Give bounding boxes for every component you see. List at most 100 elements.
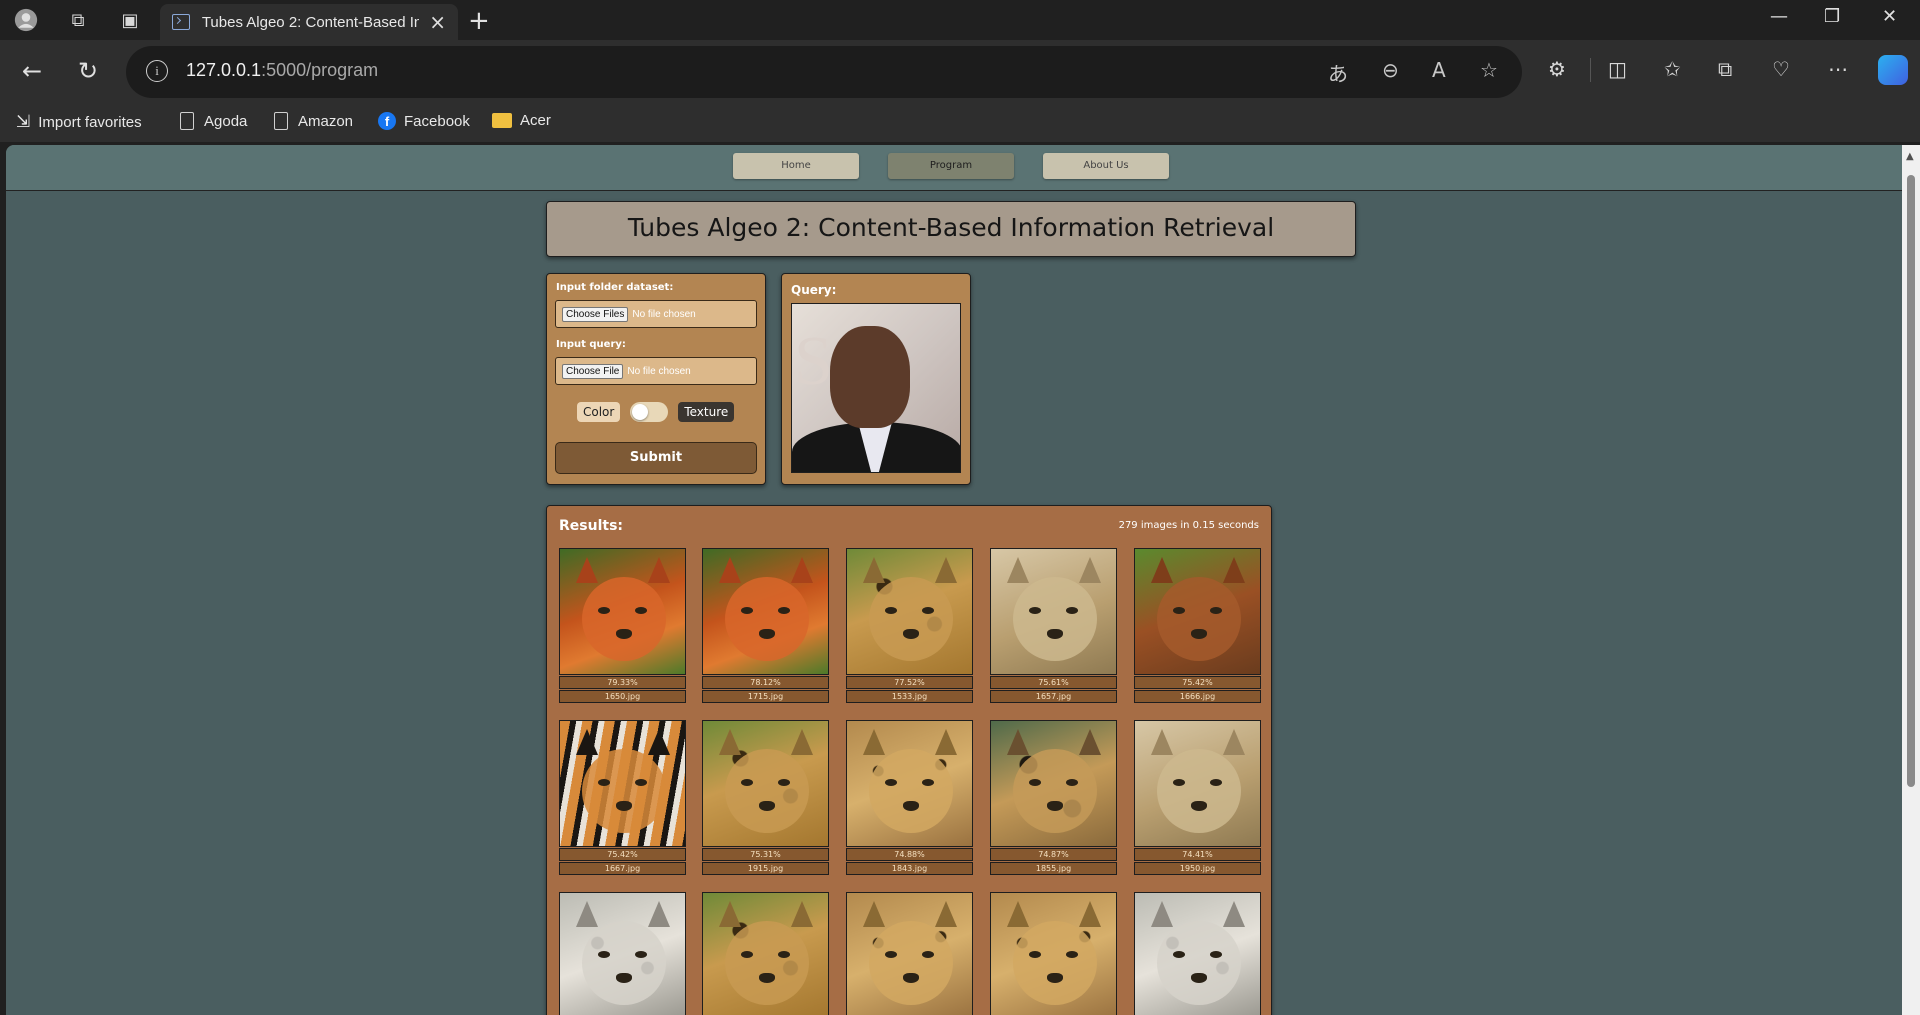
page-viewport: Home Program About Us Tubes Algeo 2: Con… [6,145,1920,1015]
result-item[interactable]: 75.42% 1666.jpg [1134,548,1261,704]
result-item[interactable]: 74.88% 1843.jpg [846,720,973,876]
facebook-icon: f [378,112,396,130]
input-form-card: Input folder dataset: Choose Files No fi… [546,273,766,485]
query-file-input[interactable]: Choose File No file chosen [555,357,757,385]
result-item[interactable]: 75.61% 1657.jpg [990,548,1117,704]
close-window-icon[interactable]: ✕ [1882,6,1897,27]
result-item[interactable] [846,892,973,1015]
collections-icon[interactable]: ⧉ [1718,57,1732,81]
terminal-icon [172,14,190,30]
result-item[interactable]: 74.41% 1950.jpg [1134,720,1261,876]
result-score: 74.41% [1134,848,1261,861]
nav-home[interactable]: Home [733,153,859,179]
page-scrollbar[interactable]: ▲ [1902,145,1920,1015]
result-filename: 1533.jpg [846,690,973,703]
results-panel: Results: 279 images in 0.15 seconds 79.3… [546,505,1272,1015]
result-item[interactable]: 75.31% 1915.jpg [702,720,829,876]
address-bar[interactable]: i 127.0.0.1:5000/program あ ⊖ A ☆ [126,46,1522,98]
result-item[interactable] [702,892,829,1015]
refresh-icon[interactable]: ↻ [78,57,98,85]
result-score: 79.33% [559,676,686,689]
result-score: 77.52% [846,676,973,689]
bookmark-facebook[interactable]: f Facebook [378,112,470,130]
minimize-icon[interactable]: — [1770,6,1788,27]
texture-mode-label[interactable]: Texture [678,402,735,422]
dataset-label: Input folder dataset: [556,282,674,293]
extensions-icon[interactable]: ⚙ [1548,57,1566,81]
zoom-out-icon[interactable]: ⊖ [1382,58,1399,82]
nav-program[interactable]: Program [888,153,1014,179]
vertical-tabs-icon[interactable]: ▣ [118,8,142,32]
mode-toggle-row: Color Texture [577,402,735,422]
favorite-star-icon[interactable]: ☆ [1480,58,1498,82]
new-tab-icon[interactable]: + [468,6,490,36]
active-tab[interactable]: Tubes Algeo 2: Content-Based In × [160,4,458,40]
more-menu-icon[interactable]: ⋯ [1828,57,1848,81]
results-title: Results: [559,518,623,534]
result-thumbnail[interactable] [559,720,686,847]
result-thumbnail[interactable] [1134,720,1261,847]
result-item[interactable]: 78.12% 1715.jpg [702,548,829,704]
browser-titlebar: ⧉ ▣ Tubes Algeo 2: Content-Based In × + … [0,0,1920,40]
scroll-up-arrow-icon[interactable]: ▲ [1906,151,1914,162]
url-text[interactable]: 127.0.0.1:5000/program [186,60,378,81]
result-thumbnail[interactable] [702,892,829,1015]
result-thumbnail[interactable] [846,720,973,847]
result-thumbnail[interactable] [990,720,1117,847]
result-thumbnail[interactable] [846,892,973,1015]
result-thumbnail[interactable] [559,548,686,675]
result-score: 74.87% [990,848,1117,861]
result-thumbnail[interactable] [702,720,829,847]
restore-icon[interactable]: ❐ [1824,6,1840,27]
result-filename: 1915.jpg [702,862,829,875]
dataset-file-status: No file chosen [632,308,696,320]
result-thumbnail[interactable] [559,892,686,1015]
bookmark-amazon[interactable]: Amazon [274,112,353,130]
bookmark-agoda[interactable]: Agoda [180,112,247,130]
bookmark-acer[interactable]: Acer [492,112,551,129]
result-filename: 1855.jpg [990,862,1117,875]
result-score: 75.31% [702,848,829,861]
split-screen-icon[interactable]: ◫ [1608,57,1627,81]
query-card: Query: S [781,273,971,485]
choose-files-button[interactable]: Choose Files [562,306,629,322]
submit-button[interactable]: Submit [555,442,757,474]
result-item[interactable]: 74.87% 1855.jpg [990,720,1117,876]
result-item[interactable]: 75.42% 1667.jpg [559,720,686,876]
import-icon: ⇲ [16,112,31,131]
profile-icon[interactable] [14,8,38,32]
workspaces-icon[interactable]: ⧉ [66,8,90,32]
page-icon [274,112,288,130]
favorites-icon[interactable]: ✩ [1664,57,1681,81]
result-item[interactable]: 77.52% 1533.jpg [846,548,973,704]
query-image: S [791,303,961,473]
mode-toggle-switch[interactable] [630,402,669,422]
result-item[interactable]: 79.33% 1650.jpg [559,548,686,704]
dataset-file-input[interactable]: Choose Files No file chosen [555,300,757,328]
bookmark-import-favorites[interactable]: ⇲ Import favorites [16,112,142,132]
result-thumbnail[interactable] [702,548,829,675]
browser-essentials-icon[interactable]: ♡ [1772,57,1790,81]
back-icon[interactable]: ← [22,57,42,85]
result-item[interactable] [559,892,686,1015]
read-aloud-icon[interactable]: A [1432,58,1446,82]
result-thumbnail[interactable] [1134,892,1261,1015]
result-item[interactable] [990,892,1117,1015]
result-thumbnail[interactable] [846,548,973,675]
translate-icon[interactable]: あ [1328,58,1348,87]
result-item[interactable] [1134,892,1261,1015]
result-thumbnail[interactable] [1134,548,1261,675]
result-score: 75.61% [990,676,1117,689]
close-tab-icon[interactable]: × [429,10,446,34]
query-file-status: No file chosen [627,365,691,377]
nav-about-us[interactable]: About Us [1043,153,1169,179]
result-filename: 1666.jpg [1134,690,1261,703]
result-thumbnail[interactable] [990,548,1117,675]
scroll-thumb[interactable] [1907,175,1915,787]
tab-title: Tubes Algeo 2: Content-Based In [201,13,420,31]
result-thumbnail[interactable] [990,892,1117,1015]
choose-file-button[interactable]: Choose File [562,363,624,379]
site-info-icon[interactable]: i [146,60,168,82]
color-mode-label[interactable]: Color [577,402,621,422]
copilot-icon[interactable] [1878,55,1908,85]
